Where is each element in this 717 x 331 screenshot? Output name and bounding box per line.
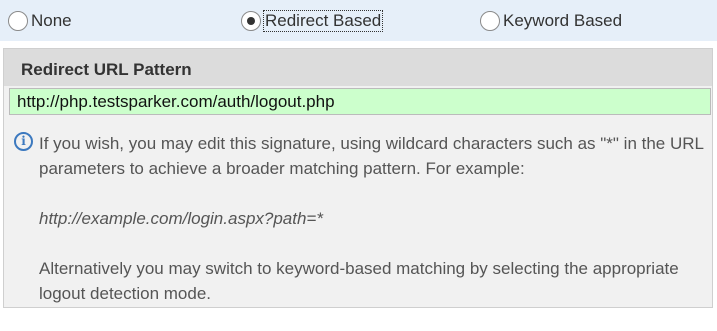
redirect-url-input[interactable]: http://php.testsparker.com/auth/logout.p… [9, 88, 711, 115]
info-text: If you wish, you may edit this signature… [39, 131, 707, 331]
radio-redirect-based[interactable]: Redirect Based [241, 9, 384, 33]
radio-redirect-based-circle[interactable] [241, 11, 261, 31]
info-paragraph-alternative: Alternatively you may switch to keyword-… [39, 259, 679, 303]
info-paragraph-wildcard: If you wish, you may edit this signature… [39, 134, 704, 178]
radio-keyword-based-circle[interactable] [480, 11, 500, 31]
radio-keyword-based-label[interactable]: Keyword Based [503, 11, 622, 31]
radio-none[interactable]: None [8, 9, 72, 33]
panel-title: Redirect URL Pattern [21, 60, 192, 79]
radio-keyword-based[interactable]: Keyword Based [480, 9, 622, 33]
radio-none-label[interactable]: None [31, 11, 72, 31]
radio-none-circle[interactable] [8, 11, 28, 31]
detection-mode-bar: None Redirect Based Keyword Based [0, 0, 717, 41]
info-example-url: http://example.com/login.aspx?path=* [39, 209, 323, 228]
radio-redirect-based-label[interactable]: Redirect Based [262, 10, 384, 32]
redirect-url-pattern-panel: Redirect URL Pattern http://php.testspar… [3, 48, 713, 308]
panel-header: Redirect URL Pattern [4, 49, 712, 86]
info-icon: i [14, 132, 33, 151]
